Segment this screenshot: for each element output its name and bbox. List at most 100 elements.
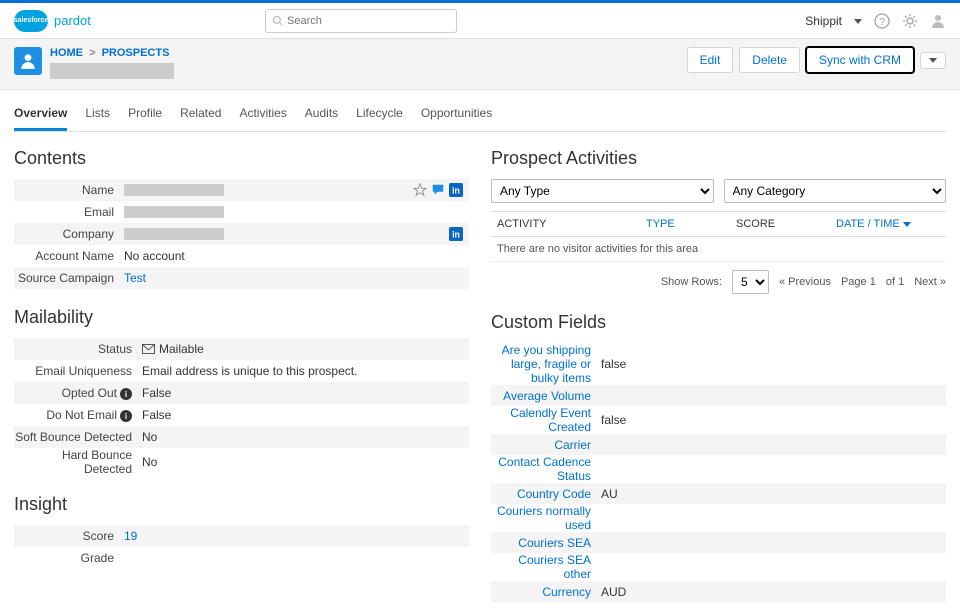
custom-field-row: Calendly Event Createdfalse bbox=[491, 406, 946, 434]
tab-profile[interactable]: Profile bbox=[128, 96, 162, 131]
custom-field-link[interactable]: Country Code bbox=[517, 487, 591, 501]
field-row: Do Not EmailiFalse bbox=[14, 404, 469, 426]
salesforce-cloud-icon: salesforce bbox=[14, 10, 48, 32]
custom-field-link[interactable]: Currency bbox=[542, 585, 591, 599]
redacted-value bbox=[124, 228, 224, 240]
custom-field-link[interactable]: Calendly Event Created bbox=[510, 406, 591, 434]
custom-field-link[interactable]: Couriers SEA bbox=[518, 536, 591, 550]
value-text: Email address is unique to this prospect… bbox=[142, 364, 357, 378]
field-value: No account bbox=[124, 249, 469, 263]
field-row: Email bbox=[14, 201, 469, 223]
contents-title: Contents bbox=[14, 148, 469, 169]
tab-overview[interactable]: Overview bbox=[14, 96, 67, 131]
svg-text:in: in bbox=[452, 186, 460, 196]
custom-field-row: Couriers SEA other bbox=[491, 553, 946, 581]
next-page[interactable]: Next » bbox=[914, 276, 946, 288]
custom-rows: Are you shipping large, fragile or bulky… bbox=[491, 343, 946, 602]
activity-col-date[interactable]: DATE / TIME bbox=[836, 218, 946, 230]
gear-icon[interactable] bbox=[902, 13, 918, 29]
value-text: No account bbox=[124, 249, 185, 263]
value-text: No bbox=[142, 455, 157, 469]
value-text: Mailable bbox=[159, 342, 204, 356]
custom-field-link[interactable]: Contact Cadence Status bbox=[498, 455, 591, 483]
field-label: Email bbox=[14, 205, 124, 219]
custom-field-link[interactable]: Are you shipping large, fragile or bulky… bbox=[502, 343, 591, 385]
header-actions: Edit Delete Sync with CRM bbox=[687, 47, 946, 73]
custom-field-row: Average Volume bbox=[491, 385, 946, 406]
field-value: 19 bbox=[124, 529, 469, 543]
tab-audits[interactable]: Audits bbox=[305, 96, 338, 131]
value-text[interactable]: Test bbox=[124, 271, 146, 285]
topbar: salesforce pardot Shippit ? bbox=[0, 3, 960, 39]
mailability-rows: StatusMailableEmail UniquenessEmail addr… bbox=[14, 338, 469, 476]
activity-table-head: ACTIVITY TYPE SCORE DATE / TIME bbox=[491, 211, 946, 237]
field-value: Email address is unique to this prospect… bbox=[142, 364, 469, 378]
info-icon[interactable]: i bbox=[120, 410, 132, 422]
activity-type-filter[interactable]: Any Type bbox=[491, 179, 714, 203]
tab-lifecycle[interactable]: Lifecycle bbox=[356, 96, 403, 131]
field-label: Grade bbox=[14, 551, 124, 565]
pagination: Show Rows: 5 « Previous Page 1 of 1 Next… bbox=[491, 270, 946, 294]
linkedin-icon[interactable]: in bbox=[449, 183, 463, 197]
activity-category-filter[interactable]: Any Category bbox=[724, 179, 947, 203]
mailability-title: Mailability bbox=[14, 307, 469, 328]
tab-related[interactable]: Related bbox=[180, 96, 221, 131]
linkedin-icon[interactable]: in bbox=[449, 227, 463, 241]
show-rows-select[interactable]: 5 bbox=[732, 270, 769, 294]
tab-opportunities[interactable]: Opportunities bbox=[421, 96, 492, 131]
org-name[interactable]: Shippit bbox=[805, 14, 842, 28]
custom-field-row: Carrier bbox=[491, 434, 946, 455]
breadcrumb-home[interactable]: HOME bbox=[50, 47, 83, 59]
field-label: Opted Outi bbox=[14, 386, 142, 401]
value-text: False bbox=[142, 408, 171, 422]
custom-field-link[interactable]: Couriers normally used bbox=[497, 504, 591, 532]
field-row: Score19 bbox=[14, 525, 469, 547]
custom-field-link[interactable]: Couriers SEA other bbox=[518, 553, 591, 581]
page-indicator: Page 1 bbox=[841, 276, 876, 288]
field-value: Test bbox=[124, 271, 469, 285]
custom-field-value: AU bbox=[601, 487, 946, 501]
custom-field-label: Couriers normally used bbox=[491, 504, 601, 532]
user-icon[interactable] bbox=[930, 13, 946, 29]
activity-col-type[interactable]: TYPE bbox=[646, 218, 736, 230]
field-label: Source Campaign bbox=[14, 271, 124, 285]
prospect-avatar-icon bbox=[14, 47, 42, 75]
field-label: Name bbox=[14, 183, 124, 197]
sync-with-crm-button[interactable]: Sync with CRM bbox=[806, 47, 914, 73]
help-icon[interactable]: ? bbox=[874, 13, 890, 29]
info-icon[interactable]: i bbox=[120, 388, 132, 400]
edit-button[interactable]: Edit bbox=[687, 47, 734, 73]
custom-field-link[interactable]: Average Volume bbox=[503, 389, 591, 403]
prev-page[interactable]: « Previous bbox=[779, 276, 831, 288]
show-rows-label: Show Rows: bbox=[661, 276, 722, 288]
mail-icon bbox=[142, 344, 155, 354]
custom-field-link[interactable]: Carrier bbox=[554, 438, 591, 452]
tab-activities[interactable]: Activities bbox=[239, 96, 286, 131]
field-value: No bbox=[142, 430, 469, 444]
prospect-name-redacted bbox=[50, 63, 174, 79]
star-icon[interactable] bbox=[413, 183, 427, 197]
field-row: Name in bbox=[14, 179, 469, 201]
header-bar: HOME > PROSPECTS Edit Delete Sync with C… bbox=[0, 39, 960, 90]
custom-field-row: Contact Cadence Status bbox=[491, 455, 946, 483]
logo[interactable]: salesforce pardot bbox=[14, 10, 91, 32]
value-text[interactable]: 19 bbox=[124, 529, 137, 543]
org-menu-caret[interactable] bbox=[854, 14, 862, 28]
svg-text:?: ? bbox=[879, 17, 885, 28]
comment-icon[interactable] bbox=[431, 183, 445, 197]
breadcrumb-prospects[interactable]: PROSPECTS bbox=[102, 47, 170, 59]
field-value: in bbox=[124, 227, 469, 241]
row-icons: in bbox=[413, 183, 463, 197]
search-input[interactable] bbox=[287, 15, 450, 27]
more-actions-caret[interactable] bbox=[920, 52, 946, 69]
custom-field-label: Couriers SEA bbox=[491, 536, 601, 550]
row-icons: in bbox=[449, 227, 463, 241]
custom-title: Custom Fields bbox=[491, 312, 946, 333]
svg-text:in: in bbox=[452, 230, 460, 240]
field-row: Source CampaignTest bbox=[14, 267, 469, 289]
search-box[interactable] bbox=[265, 9, 457, 33]
custom-field-label: Contact Cadence Status bbox=[491, 455, 601, 483]
tab-lists[interactable]: Lists bbox=[85, 96, 110, 131]
delete-button[interactable]: Delete bbox=[739, 47, 800, 73]
field-row: Account NameNo account bbox=[14, 245, 469, 267]
